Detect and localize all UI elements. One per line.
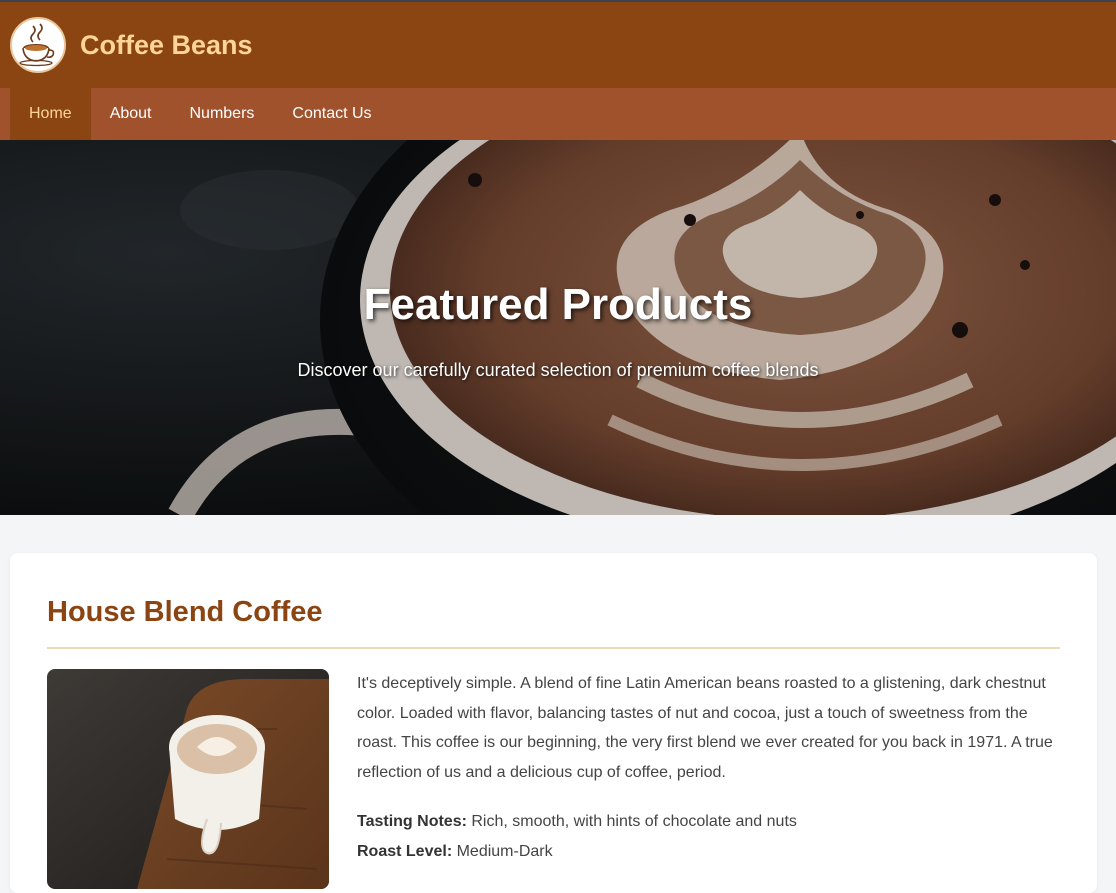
- product-meta: Tasting Notes: Rich, smooth, with hints …: [357, 807, 797, 866]
- title-divider: [47, 647, 1060, 649]
- main-nav: Home About Numbers Contact Us: [0, 88, 1116, 140]
- hero-title: Featured Products: [363, 280, 753, 329]
- product-image: [47, 669, 329, 889]
- roast-level-row: Roast Level: Medium-Dark: [357, 837, 797, 867]
- nav-item-home[interactable]: Home: [10, 88, 91, 140]
- hero-subtitle: Discover our carefully curated selection…: [297, 360, 819, 380]
- hero-banner: Featured Products Discover our carefully…: [0, 140, 1116, 515]
- tasting-notes-value: Rich, smooth, with hints of chocolate an…: [471, 813, 797, 830]
- site-header: Coffee Beans: [0, 2, 1116, 88]
- product-card: House Blend Coffee It's deceptively simp…: [10, 553, 1097, 893]
- tasting-notes-label: Tasting Notes:: [357, 813, 472, 830]
- roast-level-label: Roast Level:: [357, 842, 457, 860]
- roast-level-value: Medium-Dark: [456, 842, 553, 860]
- nav-item-contact-us[interactable]: Contact Us: [273, 88, 390, 140]
- product-title: House Blend Coffee: [47, 596, 323, 628]
- nav-item-about[interactable]: About: [91, 88, 171, 140]
- coffee-cup-logo-icon[interactable]: [10, 17, 66, 73]
- tasting-notes-row: Tasting Notes: Rich, smooth, with hints …: [357, 807, 797, 837]
- site-title: Coffee Beans: [80, 29, 253, 60]
- product-description: It's deceptively simple. A blend of fine…: [357, 675, 1053, 781]
- nav-item-numbers[interactable]: Numbers: [171, 88, 274, 140]
